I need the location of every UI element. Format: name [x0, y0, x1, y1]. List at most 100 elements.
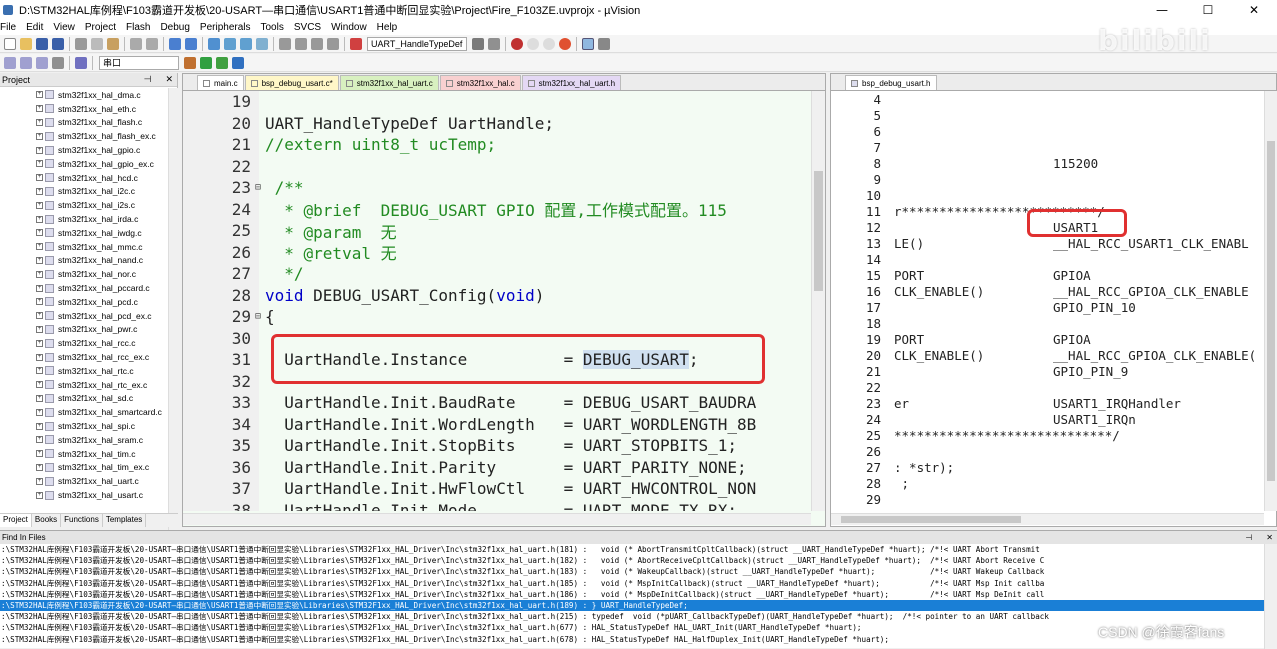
expand-icon[interactable]: + — [36, 270, 43, 278]
expand-icon[interactable]: + — [36, 381, 43, 389]
menu-peripherals[interactable]: Peripherals — [195, 22, 256, 33]
find-pin-icon[interactable]: ⊣ — [1245, 533, 1252, 542]
window-layout-icon[interactable] — [582, 37, 594, 50]
tree-item-file[interactable]: + stm32f1xx_hal_flash_ex.c — [0, 129, 170, 143]
find-result-row[interactable]: :\STM32HAL库例程\F103霸道开发板\20-USART—串口通信\US… — [0, 578, 1277, 589]
panel-close-icon[interactable]: ✕ — [165, 74, 173, 85]
tab-project[interactable]: Project — [0, 514, 32, 527]
expand-icon[interactable]: + — [36, 174, 43, 182]
code-line[interactable]: 27 */ — [183, 263, 811, 285]
tree-item-file[interactable]: + stm32f1xx_hal_rtc_ex.c — [0, 378, 170, 392]
header-code-line[interactable]: 17 GPIO_PIN_10 — [831, 299, 1263, 315]
editor-tab[interactable]: stm32f1xx_hal_uart.c — [339, 75, 439, 90]
nav-forward-icon[interactable] — [185, 37, 197, 50]
find-icon[interactable] — [472, 37, 484, 50]
find-result-row[interactable]: :\STM32HAL库例程\F103霸道开发板\20-USART—串口通信\US… — [0, 589, 1277, 600]
header-code-line[interactable]: 29 — [831, 491, 1263, 507]
expand-icon[interactable]: + — [36, 201, 43, 209]
minimize-button[interactable]: — — [1139, 3, 1185, 17]
redo-icon[interactable] — [146, 37, 158, 50]
expand-icon[interactable]: + — [36, 339, 43, 347]
find-result-row[interactable]: :\STM32HAL库例程\F103霸道开发板\20-USART—串口通信\US… — [0, 566, 1277, 577]
editor-tab[interactable]: main.c — [197, 75, 244, 90]
bookmark-icon[interactable] — [208, 37, 220, 50]
tree-item-file[interactable]: + stm32f1xx_hal_flash.c — [0, 116, 170, 130]
tree-item-file[interactable]: + stm32f1xx_hal_i2c.c — [0, 185, 170, 199]
configure-icon[interactable] — [598, 37, 610, 50]
breakpoint-disable-icon[interactable] — [543, 37, 555, 50]
copy-icon[interactable] — [91, 37, 103, 50]
tree-item-file[interactable]: + stm32f1xx_hal_uart.c — [0, 474, 170, 488]
close-button[interactable]: ✕ — [1231, 3, 1277, 17]
code-line[interactable]: 36 UartHandle.Init.Parity = UART_PARITY_… — [183, 457, 811, 479]
find-result-row[interactable]: :\STM32HAL库例程\F103霸道开发板\20-USART—串口通信\US… — [0, 544, 1277, 555]
menu-view[interactable]: View — [48, 22, 80, 33]
fold-marker[interactable]: ⊟ — [255, 311, 263, 322]
tab-books[interactable]: Books — [32, 514, 62, 527]
header-code-line[interactable]: 19 PORT GPIOA — [831, 331, 1263, 347]
code-line[interactable]: 25 * @param 无 — [183, 220, 811, 242]
expand-icon[interactable]: + — [36, 298, 43, 306]
tree-item-file[interactable]: + stm32f1xx_hal_pcd_ex.c — [0, 309, 170, 323]
tree-item-file[interactable]: + stm32f1xx_hal_nand.c — [0, 254, 170, 268]
header-code-line[interactable]: 6 — [831, 123, 1263, 139]
breakpoint-insert-icon[interactable] — [527, 37, 539, 50]
code-area[interactable]: 19 20 UART_HandleTypeDef UartHandle; 21 //ex… — [183, 91, 811, 511]
header-code-line[interactable]: 20 CLK_ENABLE() __HAL_RCC_GPIOA_CLK_ENABLE… — [831, 347, 1263, 363]
header-code-line[interactable]: 9 — [831, 171, 1263, 187]
expand-icon[interactable]: + — [36, 422, 43, 430]
expand-icon[interactable]: + — [36, 284, 43, 292]
build-icon[interactable] — [20, 56, 32, 69]
manage-components-icon[interactable] — [216, 56, 228, 69]
menu-debug[interactable]: Debug — [155, 22, 194, 33]
find-vscrollbar[interactable] — [1264, 544, 1277, 649]
tree-item-file[interactable]: + stm32f1xx_hal_nor.c — [0, 267, 170, 281]
find-in-files-icon[interactable] — [488, 37, 500, 50]
header-code-line[interactable]: 24 USART1_IRQn — [831, 411, 1263, 427]
code-line[interactable]: 37 UartHandle.Init.HwFlowCtl = UART_HWCO… — [183, 478, 811, 500]
save-icon[interactable] — [36, 37, 48, 50]
menu-edit[interactable]: Edit — [21, 22, 48, 33]
header-vscrollbar[interactable] — [1264, 91, 1277, 511]
comment-icon[interactable] — [311, 37, 323, 50]
code-line[interactable]: 35 UartHandle.Init.StopBits = UART_STOPB… — [183, 435, 811, 457]
find-function-icon[interactable] — [350, 37, 362, 50]
tree-item-file[interactable]: + stm32f1xx_hal_usart.c — [0, 488, 170, 502]
nav-back-icon[interactable] — [169, 37, 181, 50]
translate-icon[interactable] — [4, 56, 16, 69]
bookmark-next-icon[interactable] — [240, 37, 252, 50]
header-hscrollbar[interactable] — [831, 513, 1264, 525]
unindent-icon[interactable] — [295, 37, 307, 50]
header-hscroll-thumb[interactable] — [841, 516, 1021, 523]
tree-item-file[interactable]: + stm32f1xx_hal_rcc_ex.c — [0, 350, 170, 364]
editor-scroll-thumb[interactable] — [814, 171, 823, 291]
new-file-icon[interactable] — [4, 37, 16, 50]
editor-hscrollbar[interactable] — [183, 513, 811, 525]
pack-installer-icon[interactable] — [232, 56, 244, 69]
header-code-line[interactable]: 5 — [831, 107, 1263, 123]
header-code-area[interactable]: 4 5 6 7 8 115200 9 10 11 r***********************… — [831, 91, 1263, 509]
expand-icon[interactable]: + — [36, 367, 43, 375]
tree-item-file[interactable]: + stm32f1xx_hal_irda.c — [0, 212, 170, 226]
header-code-line[interactable]: 15 PORT GPIOA — [831, 267, 1263, 283]
menu-file[interactable]: File — [0, 22, 21, 33]
tree-item-file[interactable]: + stm32f1xx_hal_mmc.c — [0, 240, 170, 254]
batch-build-icon[interactable] — [52, 56, 64, 69]
find-result-row[interactable]: :\STM32HAL库例程\F103霸道开发板\20-USART—串口通信\US… — [0, 599, 1277, 612]
pin-icon[interactable]: ⊣ — [144, 74, 152, 85]
header-code-line[interactable]: 16 CLK_ENABLE() __HAL_RCC_GPIOA_CLK_ENABLE — [831, 283, 1263, 299]
code-line[interactable]: 28 void DEBUG_USART_Config(void) — [183, 285, 811, 307]
code-line[interactable]: 22 — [183, 156, 811, 178]
editor-tab[interactable]: stm32f1xx_hal_uart.h — [521, 75, 622, 90]
header-code-line[interactable]: 18 — [831, 315, 1263, 331]
tab-functions[interactable]: Functions — [61, 514, 103, 527]
find-result-row[interactable]: :\STM32HAL库例程\F103霸道开发板\20-USART—串口通信\US… — [0, 634, 1277, 645]
code-line[interactable]: 20 UART_HandleTypeDef UartHandle; — [183, 113, 811, 135]
target-options-icon[interactable] — [184, 56, 196, 69]
debug-session-icon[interactable] — [511, 37, 523, 50]
code-line[interactable]: 29 ⊟{ — [183, 306, 811, 328]
code-line[interactable]: 38 UartHandle.Init.Mode = UART_MODE_TX_R… — [183, 500, 811, 511]
function-combo[interactable]: UART_HandleTypeDef — [367, 36, 467, 51]
header-code-line[interactable]: 13 LE() __HAL_RCC_USART1_CLK_ENABL — [831, 235, 1263, 251]
save-all-icon[interactable] — [52, 37, 64, 50]
